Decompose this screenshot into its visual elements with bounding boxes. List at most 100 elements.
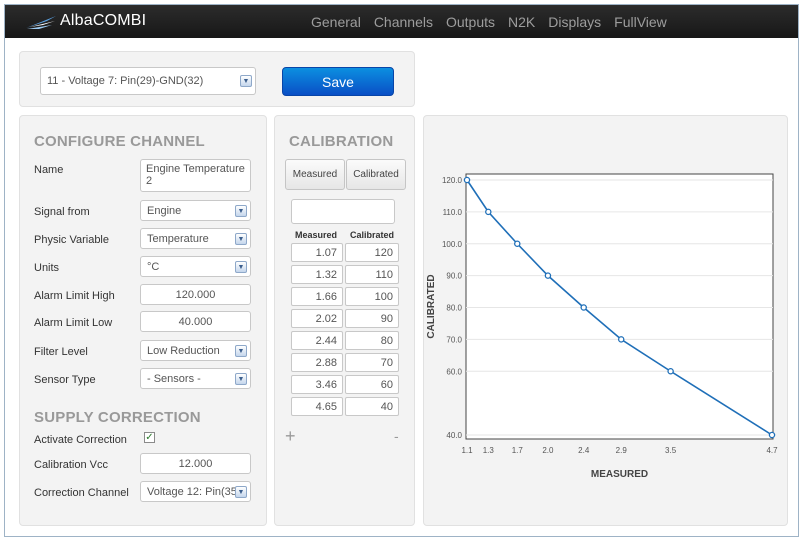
y-tick-label: 80.0 <box>446 304 462 313</box>
measured-cell[interactable]: 4.65 <box>291 397 343 416</box>
chevron-down-icon: ▼ <box>235 204 247 217</box>
y-axis-label: CALIBRATED <box>426 274 437 338</box>
y-tick-label: 110.0 <box>443 208 463 217</box>
data-point <box>768 431 776 439</box>
alarm-high-value: 120.000 <box>175 288 216 301</box>
measured-cell[interactable]: 3.46 <box>291 375 343 394</box>
sensor-type-select[interactable]: - Sensors - ▼ <box>140 368 251 389</box>
measured-cell[interactable]: 2.88 <box>291 353 343 372</box>
configure-channel-title: CONFIGURE CHANNEL <box>34 133 205 150</box>
calibrated-button[interactable]: Calibrated <box>346 159 406 190</box>
nav-outputs[interactable]: Outputs <box>446 14 495 30</box>
name-label: Name <box>34 164 64 176</box>
signal-from-select[interactable]: Engine ▼ <box>140 200 251 221</box>
calibrated-cell[interactable]: 110 <box>345 265 399 284</box>
channel-select-panel: 11 - Voltage 7: Pin(29)-GND(32) ▼ Save <box>19 51 415 107</box>
chevron-down-icon: ▼ <box>235 485 247 498</box>
data-point <box>485 208 492 216</box>
configure-channel-panel: CONFIGURE CHANNEL Name Engine Temperatur… <box>19 115 267 526</box>
measured-button[interactable]: Measured <box>285 159 345 190</box>
calibrated-cell[interactable]: 100 <box>345 287 399 306</box>
activate-correction-label: Activate Correction <box>34 434 127 446</box>
signal-from-label: Signal from <box>34 206 90 218</box>
calibrated-cell[interactable]: 120 <box>345 243 399 262</box>
filter-level-select[interactable]: Low Reduction ▼ <box>140 340 251 361</box>
nav-channels[interactable]: Channels <box>374 14 433 30</box>
supply-correction-title: SUPPLY CORRECTION <box>34 409 201 426</box>
data-point <box>544 272 552 279</box>
calibration-input[interactable] <box>291 199 395 224</box>
calibration-chart: 120.0 110.0 100.0 90.0 80.0 70.0 60.0 40.0 1.1 1.… <box>426 173 778 480</box>
calibrated-cell[interactable]: 90 <box>345 309 399 328</box>
nav-fullview[interactable]: FullView <box>614 14 667 30</box>
add-row-button[interactable]: + <box>285 426 296 447</box>
signal-from-value: Engine <box>147 204 182 217</box>
calibration-chart-panel: 120.0 110.0 100.0 90.0 80.0 70.0 60.0 40.0 1.1 1.… <box>423 115 788 526</box>
y-tick-label: 70.0 <box>446 335 462 344</box>
calibrated-column-header: Calibrated <box>350 230 395 240</box>
nav-displays[interactable]: Displays <box>548 14 601 30</box>
y-tick-label: 120.0 <box>442 176 463 185</box>
data-point <box>514 240 521 248</box>
plot-area <box>465 173 774 440</box>
x-tick-label: 4.7 <box>766 446 778 455</box>
calibrated-cell[interactable]: 70 <box>345 353 399 372</box>
filter-level-label: Filter Level <box>34 346 88 358</box>
name-field[interactable]: Engine Temperature 2 <box>140 159 251 192</box>
nav-general[interactable]: General <box>311 14 361 30</box>
correction-channel-select[interactable]: Voltage 12: Pin(35 ▼ <box>140 481 251 502</box>
data-point <box>667 367 674 375</box>
correction-channel-label: Correction Channel <box>34 487 129 499</box>
correction-channel-value: Voltage 12: Pin(35 <box>147 485 237 498</box>
main-nav: General Channels Outputs N2K Displays Fu… <box>311 5 680 38</box>
alarm-high-field[interactable]: 120.000 <box>140 284 251 305</box>
calibrated-cell[interactable]: 80 <box>345 331 399 350</box>
x-tick-label: 1.3 <box>483 446 495 455</box>
data-point <box>580 304 587 311</box>
x-tick-label: 2.0 <box>542 446 554 455</box>
x-tick-label: 2.4 <box>578 446 590 455</box>
alarm-high-label: Alarm Limit High <box>34 290 115 302</box>
chevron-down-icon: ▼ <box>235 260 247 273</box>
filter-level-value: Low Reduction <box>147 344 220 357</box>
measured-cell[interactable]: 2.02 <box>291 309 343 328</box>
calibrated-cell[interactable]: 40 <box>345 397 399 416</box>
nav-n2k[interactable]: N2K <box>508 14 535 30</box>
physic-variable-label: Physic Variable <box>34 234 109 246</box>
alarm-low-field[interactable]: 40.000 <box>140 311 251 332</box>
measured-cell[interactable]: 1.07 <box>291 243 343 262</box>
chevron-down-icon: ▼ <box>235 372 247 385</box>
y-tick-label: 40.0 <box>446 431 462 440</box>
name-value: Engine Temperature 2 <box>146 163 245 187</box>
x-axis-label: MEASURED <box>591 469 648 480</box>
remove-row-button[interactable]: - <box>394 428 399 444</box>
data-point <box>617 336 625 343</box>
channel-select-value: 11 - Voltage 7: Pin(29)-GND(32) <box>47 75 204 87</box>
measured-cell[interactable]: 1.32 <box>291 265 343 284</box>
measured-cell[interactable]: 2.44 <box>291 331 343 350</box>
y-tick-label: 90.0 <box>446 272 462 281</box>
measured-cell[interactable]: 1.66 <box>291 287 343 306</box>
calibrated-cell[interactable]: 60 <box>345 375 399 394</box>
calibration-vcc-field[interactable]: 12.000 <box>140 453 251 474</box>
units-select[interactable]: °C ▼ <box>140 256 251 277</box>
alarm-low-value: 40.000 <box>178 315 213 328</box>
x-tick-label: 1.1 <box>461 446 473 455</box>
save-button[interactable]: Save <box>282 67 394 96</box>
data-point <box>463 176 471 184</box>
units-label: Units <box>34 262 60 274</box>
activate-correction-checkbox[interactable]: ✓ <box>144 432 155 443</box>
calibration-vcc-value: 12.000 <box>178 457 213 470</box>
channel-select[interactable]: 11 - Voltage 7: Pin(29)-GND(32) ▼ <box>40 67 256 95</box>
y-tick-label: 100.0 <box>442 240 463 249</box>
physic-variable-select[interactable]: Temperature ▼ <box>140 228 251 249</box>
chevron-down-icon: ▼ <box>235 344 247 357</box>
calibration-vcc-label: Calibration Vcc <box>34 459 108 471</box>
physic-variable-value: Temperature <box>147 232 209 245</box>
units-value: °C <box>147 260 160 273</box>
x-tick-label: 2.9 <box>616 446 628 455</box>
sensor-type-label: Sensor Type <box>34 374 96 386</box>
app-name: AlbaCOMBI <box>60 12 147 29</box>
brand[interactable]: AlbaCOMBI <box>25 8 146 34</box>
checkmark-icon: ✓ <box>145 432 154 443</box>
